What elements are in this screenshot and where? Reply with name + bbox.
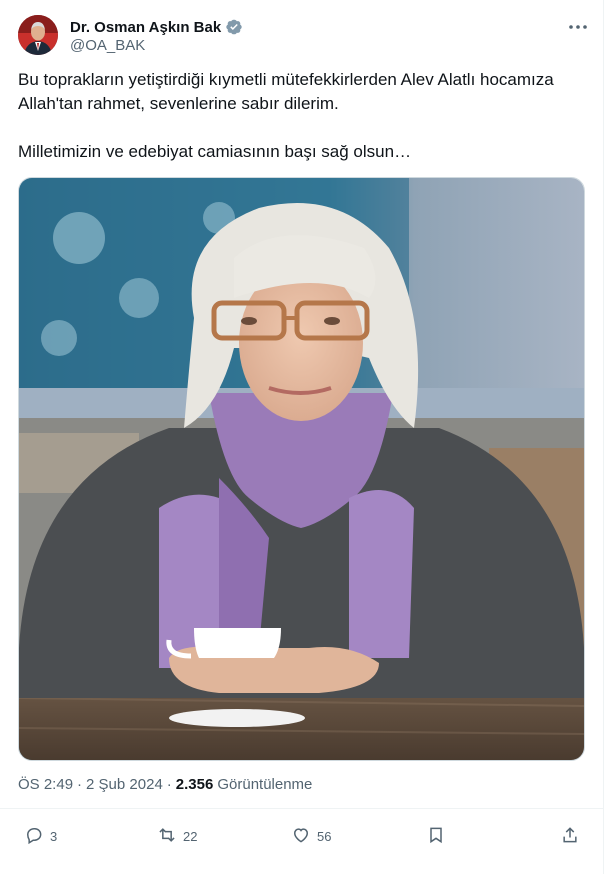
verified-icon <box>225 18 243 36</box>
tweet-text: Bu toprakların yetiştirdiği kıymetli müt… <box>18 68 588 164</box>
tweet-text-paragraph-1: Bu toprakların yetiştirdiği kıymetli müt… <box>18 70 554 113</box>
bookmark-icon <box>426 825 446 848</box>
tweet-date[interactable]: 2 Şub 2024 <box>86 776 163 793</box>
bookmark-button[interactable] <box>426 825 446 848</box>
more-icon[interactable] <box>566 15 590 39</box>
handle[interactable]: @OA_BAK <box>70 37 145 54</box>
like-count: 56 <box>317 829 332 844</box>
reply-icon <box>24 825 44 848</box>
tweet-meta: ÖS 2:49 · 2 Şub 2024 · 2.356 Görüntülenm… <box>18 776 312 793</box>
retweet-button[interactable]: 22 <box>157 825 197 848</box>
display-name[interactable]: Dr. Osman Aşkın Bak <box>70 19 221 36</box>
retweet-count: 22 <box>183 829 198 844</box>
share-icon <box>560 825 580 848</box>
share-button[interactable] <box>560 825 580 848</box>
reply-count: 3 <box>50 829 58 844</box>
views-label: Görüntülenme <box>217 776 313 793</box>
name-row: Dr. Osman Aşkın Bak <box>70 17 243 37</box>
tweet-time[interactable]: ÖS 2:49 <box>18 776 73 793</box>
action-bar: 3 22 56 <box>0 808 603 863</box>
tweet-text-paragraph-2: Milletimizin ve edebiyat camiasının başı… <box>18 142 412 161</box>
tweet-card: Dr. Osman Aşkın Bak @OA_BAK Bu topraklar… <box>0 0 604 874</box>
separator-dot: · <box>77 776 83 793</box>
tweet-header: Dr. Osman Aşkın Bak @OA_BAK <box>18 15 598 59</box>
views-count: 2.356 <box>175 776 214 793</box>
like-icon <box>291 825 311 848</box>
reply-button[interactable]: 3 <box>24 825 57 848</box>
tweet-photo[interactable] <box>18 177 585 761</box>
retweet-icon <box>157 825 177 848</box>
separator-dot: · <box>166 776 172 793</box>
avatar[interactable] <box>18 15 58 55</box>
like-button[interactable]: 56 <box>291 825 331 848</box>
